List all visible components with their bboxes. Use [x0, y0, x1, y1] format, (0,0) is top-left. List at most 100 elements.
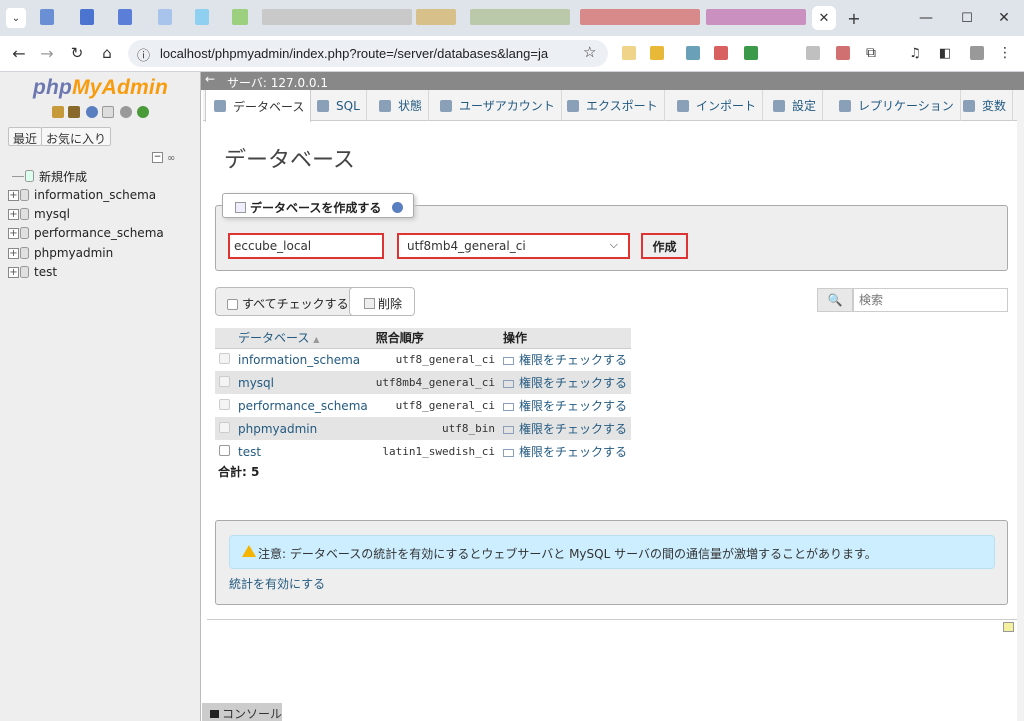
- browser-tab[interactable]: [158, 9, 172, 25]
- check-privileges-link[interactable]: 権限をチェックする: [519, 353, 627, 367]
- tab-status[interactable]: 状態: [371, 90, 430, 121]
- browser-tab[interactable]: [40, 9, 54, 25]
- link-with-main-icon[interactable]: ∞: [167, 153, 175, 164]
- extension-icon[interactable]: [650, 46, 664, 60]
- extension-icon[interactable]: [744, 46, 758, 60]
- profile-avatar[interactable]: [970, 46, 984, 60]
- reload-icon[interactable]: [137, 106, 149, 118]
- check-privileges-link[interactable]: 権限をチェックする: [519, 445, 627, 459]
- collapse-nav-icon[interactable]: ←: [205, 72, 215, 86]
- logout-icon[interactable]: [68, 106, 80, 118]
- database-label[interactable]: phpmyadmin: [34, 246, 113, 260]
- browser-tab[interactable]: [80, 9, 94, 25]
- check-privileges-link[interactable]: 権限をチェックする: [519, 376, 627, 390]
- expand-icon[interactable]: +: [8, 247, 19, 259]
- tree-item-information-schema[interactable]: + information_schema: [8, 186, 156, 204]
- collation-select[interactable]: utf8mb4_general_ci ⌵: [397, 233, 630, 259]
- tab-import[interactable]: インポート: [669, 90, 764, 121]
- database-link[interactable]: performance_schema: [238, 399, 368, 413]
- create-button[interactable]: 作成: [641, 233, 688, 259]
- browser-tab[interactable]: [195, 9, 209, 25]
- forward-icon[interactable]: →: [36, 42, 58, 64]
- extension-icon[interactable]: [622, 46, 636, 60]
- check-all[interactable]: すべてチェックする: [227, 295, 349, 312]
- settings-gear-icon[interactable]: [120, 106, 132, 118]
- search-input[interactable]: [853, 288, 1008, 312]
- database-label[interactable]: mysql: [34, 207, 70, 221]
- row-checkbox[interactable]: [219, 398, 230, 410]
- database-link[interactable]: test: [238, 445, 261, 459]
- close-tab-button[interactable]: ✕: [812, 6, 836, 30]
- site-info-icon[interactable]: ⓘ: [137, 45, 150, 64]
- help-icon[interactable]: [391, 202, 403, 213]
- close-window-icon[interactable]: ✕: [992, 6, 1016, 30]
- database-label[interactable]: information_schema: [34, 188, 156, 202]
- reload-icon[interactable]: ↻: [66, 42, 88, 64]
- expand-icon[interactable]: +: [8, 227, 19, 239]
- url-text[interactable]: localhost/phpmyadmin/index.php?route=/se…: [160, 46, 548, 61]
- browser-tab[interactable]: [416, 9, 456, 25]
- browser-tab[interactable]: [262, 9, 412, 25]
- side-panel-icon[interactable]: ◧: [936, 44, 954, 62]
- tab-export[interactable]: エクスポート: [559, 90, 665, 121]
- extension-icon[interactable]: [714, 46, 728, 60]
- database-link[interactable]: mysql: [238, 376, 274, 390]
- favorites-button[interactable]: お気に入り: [41, 127, 112, 146]
- docs-icon[interactable]: [102, 106, 114, 118]
- check-privileges-link[interactable]: 権限をチェックする: [519, 422, 627, 436]
- database-label[interactable]: performance_schema: [34, 226, 164, 240]
- phpmyadmin-logo[interactable]: phpMyAdmin: [33, 76, 168, 100]
- extension-icon[interactable]: [686, 46, 700, 60]
- tab-settings[interactable]: 設定: [765, 90, 824, 121]
- tree-item-test[interactable]: + test: [8, 263, 57, 281]
- extensions-puzzle-icon[interactable]: ⧉: [862, 44, 880, 62]
- extension-icon[interactable]: [806, 46, 820, 60]
- row-checkbox[interactable]: [219, 444, 230, 456]
- row-checkbox[interactable]: [219, 421, 230, 433]
- browser-tab[interactable]: [580, 9, 700, 25]
- check-all-label[interactable]: すべてチェックする: [242, 297, 349, 311]
- check-all-checkbox[interactable]: [227, 299, 238, 310]
- browser-tab[interactable]: [118, 9, 132, 25]
- browser-tab[interactable]: [232, 9, 248, 25]
- bookmark-star-icon[interactable]: ☆: [583, 43, 596, 61]
- header-label[interactable]: データベース: [238, 331, 309, 345]
- tab-sql[interactable]: SQL: [309, 90, 367, 121]
- tree-item-mysql[interactable]: + mysql: [8, 205, 70, 223]
- help-icon[interactable]: [86, 106, 98, 118]
- address-bar[interactable]: ⓘ localhost/phpmyadmin/index.php?route=/…: [128, 40, 608, 67]
- new-tab-button[interactable]: +: [842, 6, 866, 30]
- collapse-all-icon[interactable]: −: [152, 152, 163, 163]
- tab-replication[interactable]: レプリケーション: [831, 90, 961, 121]
- page-settings-icon[interactable]: [1003, 622, 1014, 632]
- database-link[interactable]: information_schema: [238, 353, 360, 367]
- expand-icon[interactable]: +: [8, 266, 19, 278]
- tree-item-performance-schema[interactable]: + performance_schema: [8, 224, 164, 242]
- browser-tab[interactable]: [470, 9, 570, 25]
- browser-menu-icon[interactable]: ⋮: [996, 44, 1014, 62]
- row-checkbox[interactable]: [219, 375, 230, 387]
- extension-icon[interactable]: [836, 46, 850, 60]
- database-link[interactable]: phpmyadmin: [238, 422, 317, 436]
- tree-item-phpmyadmin[interactable]: + phpmyadmin: [8, 244, 113, 262]
- tab-user-accounts[interactable]: ユーザアカウント: [432, 90, 562, 121]
- scrollbar[interactable]: [1017, 90, 1024, 721]
- browser-tab[interactable]: [706, 9, 806, 25]
- home-icon[interactable]: [52, 106, 64, 118]
- column-header-database[interactable]: データベース ▲: [234, 328, 372, 349]
- recent-button[interactable]: 最近: [8, 127, 43, 146]
- database-name-input[interactable]: [228, 233, 384, 259]
- check-privileges-link[interactable]: 権限をチェックする: [519, 399, 627, 413]
- drop-button[interactable]: 削除: [349, 287, 415, 316]
- tab-search-button[interactable]: ⌄: [6, 8, 26, 28]
- server-breadcrumb[interactable]: サーバ: 127.0.0.1: [227, 74, 328, 91]
- tab-variables[interactable]: 変数: [955, 90, 1014, 121]
- minimize-icon[interactable]: —: [914, 6, 938, 30]
- enable-statistics-link[interactable]: 統計を有効にする: [229, 575, 325, 592]
- row-checkbox[interactable]: [219, 352, 230, 364]
- search-icon[interactable]: 🔍: [817, 288, 853, 312]
- maximize-icon[interactable]: ☐: [955, 6, 979, 30]
- home-icon[interactable]: ⌂: [96, 42, 118, 64]
- tab-databases[interactable]: データベース: [205, 90, 312, 122]
- expand-icon[interactable]: +: [8, 208, 19, 220]
